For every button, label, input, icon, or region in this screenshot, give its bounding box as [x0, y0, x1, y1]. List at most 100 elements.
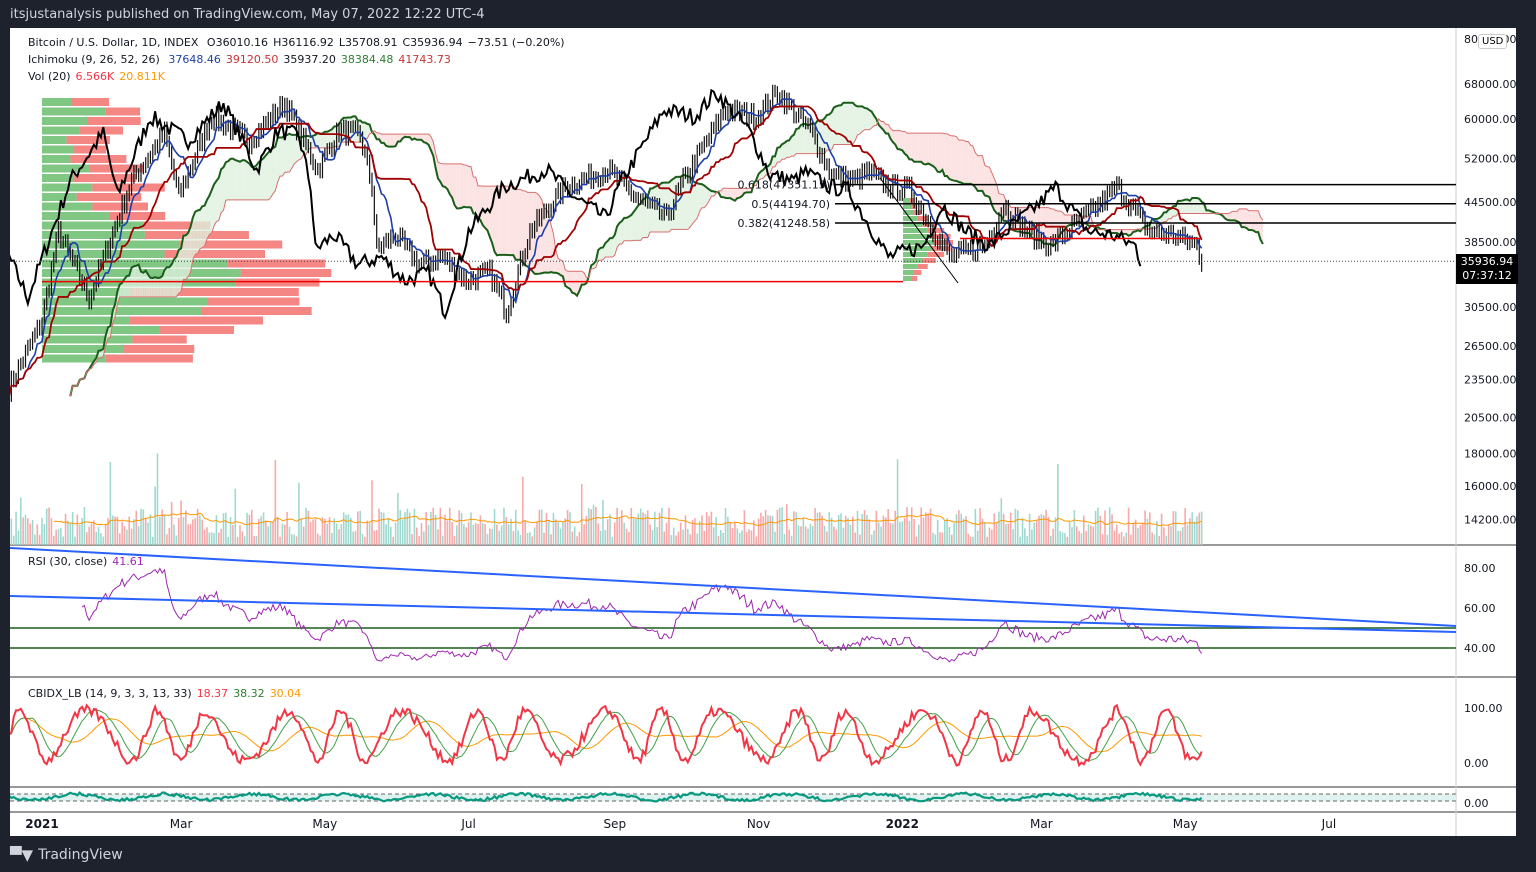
price-tick-label: 30500.00 — [1464, 301, 1516, 314]
price-tick-label: 14200.00 — [1464, 513, 1516, 526]
chart-panel[interactable]: 80000.0068000.0060000.0052000.0044500.00… — [10, 28, 1516, 836]
volume-profile-down-bar — [159, 326, 234, 334]
volume-bar — [885, 517, 887, 545]
volume-bar — [823, 525, 826, 545]
volume-bar — [133, 519, 135, 545]
ichimoku-cloud-segment — [923, 133, 926, 165]
volume-bar — [654, 511, 656, 545]
volume-bar — [170, 501, 173, 545]
volume-bar — [986, 536, 988, 545]
ichimoku-cloud-segment — [791, 134, 794, 157]
volume-bar — [208, 532, 211, 545]
volume-bar — [512, 531, 515, 545]
volume-bar — [255, 536, 258, 545]
volume-bar — [24, 514, 27, 545]
volume-bar — [326, 523, 328, 545]
volume-bar — [701, 515, 703, 545]
volume-bar — [312, 519, 314, 545]
volume-bar — [816, 512, 819, 545]
volume-bar — [630, 507, 633, 545]
ichimoku-cloud-segment — [249, 163, 252, 200]
tradingview-logo[interactable]: ▀▼ TradingView — [10, 846, 123, 864]
volume-profile-down-bar — [917, 264, 928, 269]
volume-bar — [1016, 510, 1019, 545]
volume-profile-down-bar — [92, 183, 165, 192]
volume-bar — [819, 512, 821, 545]
volume-bar — [774, 531, 776, 545]
volume-bar — [705, 512, 708, 545]
ichimoku-cloud-segment — [268, 150, 271, 200]
volume-bar — [90, 523, 93, 545]
volume-bar — [976, 530, 979, 545]
volume-bar — [776, 509, 779, 545]
date-tick-label: 2022 — [886, 817, 919, 831]
volume-bar — [300, 518, 303, 545]
volume-bar — [866, 514, 868, 545]
volume-bar — [877, 522, 880, 545]
volume-bar — [243, 536, 246, 545]
fib-level-label: 0.5(44194.70) — [751, 198, 830, 211]
volume-bar — [729, 522, 732, 545]
currency-button[interactable]: USD — [1478, 34, 1508, 49]
volume-bar — [590, 509, 592, 545]
volume-bar — [811, 526, 814, 545]
volume-bar — [967, 533, 970, 545]
ichimoku-cloud-segment — [633, 208, 636, 241]
volume-bar — [840, 513, 842, 545]
volume-bar — [489, 528, 491, 545]
chart-canvas[interactable]: 80000.0068000.0060000.0052000.0044500.00… — [10, 28, 1516, 836]
volume-bar — [887, 509, 889, 545]
ichimoku-cloud-segment — [638, 203, 641, 241]
volume-label: Vol (20) — [28, 70, 71, 83]
volume-bar — [533, 527, 536, 545]
ichimoku-cloud-segment — [265, 152, 269, 200]
ichimoku-cloud-segment — [140, 271, 144, 297]
ichimoku-cloud-segment — [965, 141, 969, 184]
volume-bar — [668, 507, 670, 545]
ohlc-high: H36116.92 — [273, 36, 334, 49]
ichimoku-cloud-segment — [284, 134, 288, 173]
volume-bar — [392, 536, 394, 545]
ichimoku-cloud-segment — [1253, 210, 1256, 233]
ichimoku-cloud-segment — [694, 182, 698, 221]
volume-bar — [984, 521, 986, 545]
volume-bar — [524, 520, 526, 545]
volume-profile-down-bar — [86, 117, 141, 125]
volume-bar — [1165, 535, 1168, 545]
volume-bar — [241, 531, 244, 545]
ichimoku-legend: Ichimoku (9, 26, 52, 26) 37648.46 39120.5… — [28, 53, 456, 66]
volume-bar — [206, 527, 208, 545]
chikou-value: 35937.20 — [283, 53, 336, 66]
volume-bar — [481, 523, 484, 545]
price-tick-label: 23500.00 — [1464, 373, 1516, 386]
ichimoku-cloud-segment — [852, 102, 856, 145]
volume-bar — [679, 522, 682, 545]
volume-bar — [1196, 516, 1198, 545]
volume-bar — [543, 532, 545, 545]
volume-bar — [474, 523, 477, 545]
ichimoku-cloud-segment — [239, 160, 243, 200]
volume-bar — [404, 512, 406, 545]
volume-bar — [338, 529, 340, 545]
ichimoku-cloud-segment — [958, 140, 962, 183]
volume-profile-down-bar — [200, 307, 312, 315]
volume-bar — [672, 527, 675, 545]
volume-bar — [467, 522, 470, 545]
volume-bar — [331, 533, 333, 545]
volume-profile-up-bar — [42, 221, 144, 230]
ichimoku-cloud-segment — [506, 186, 509, 256]
volume-profile-down-bar — [66, 136, 110, 144]
volume-bar — [1066, 536, 1069, 545]
ichimoku-cloud-segment — [635, 205, 639, 241]
volume-bar — [1141, 522, 1144, 545]
ichimoku-cloud-segment — [508, 186, 512, 256]
volume-bar — [498, 530, 501, 545]
volume-bar — [324, 518, 326, 545]
volume-bar — [1061, 532, 1064, 545]
ichimoku-cloud-segment — [1251, 210, 1254, 231]
volume-bar — [177, 517, 180, 545]
ichimoku-cloud-segment — [947, 133, 950, 180]
volume-bar — [333, 518, 336, 545]
volume-bar — [83, 507, 86, 545]
volume-bar — [298, 482, 300, 545]
